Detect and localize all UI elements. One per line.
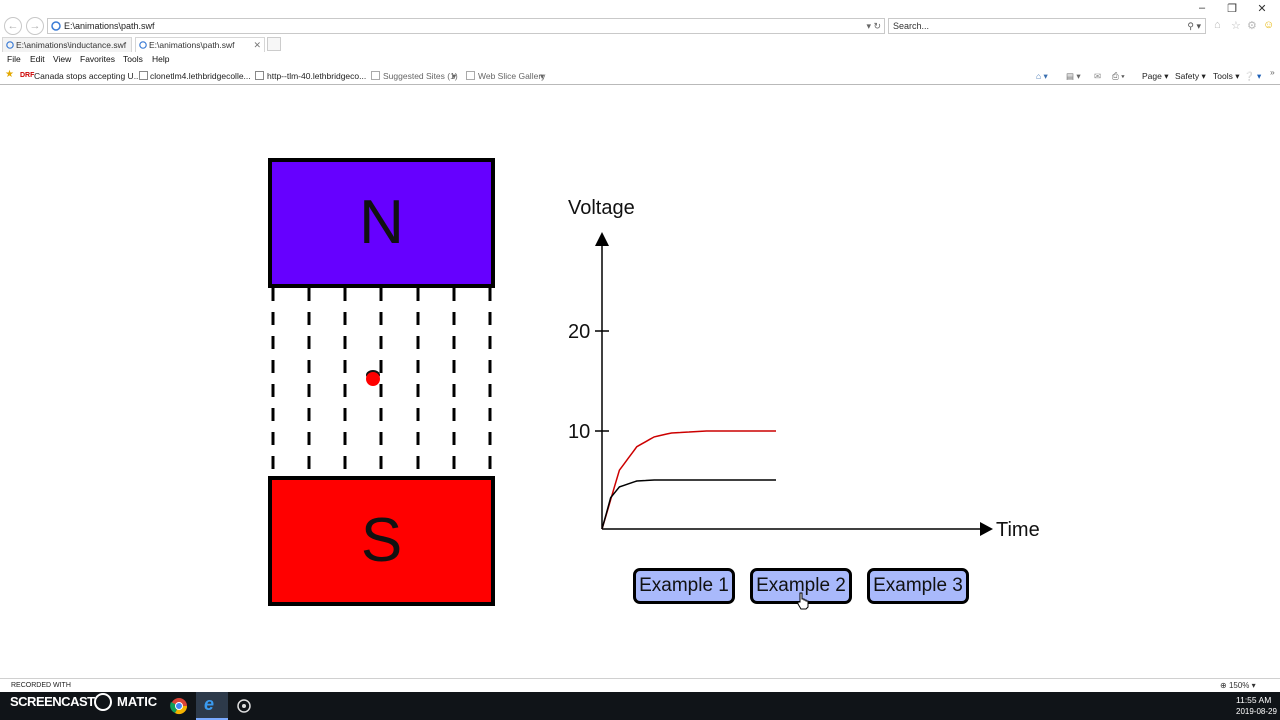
address-text: E:\animations\path.swf — [64, 21, 155, 31]
new-tab-button[interactable] — [267, 37, 281, 51]
x-axis-arrow — [980, 522, 993, 536]
chevron-more-icon[interactable]: » — [1270, 67, 1275, 77]
drf-prefix: DRF — [20, 72, 35, 79]
voltage-time-graph: Voltage Time 20 10 — [568, 197, 1040, 541]
favorite-link-canada[interactable]: Canada stops accepting U... — [34, 71, 141, 81]
page-icon — [371, 71, 380, 80]
tools-menu[interactable]: Tools ▾ — [1213, 71, 1239, 82]
menu-file[interactable]: File — [7, 54, 21, 64]
smiley-icon[interactable]: ☺ — [1263, 19, 1274, 31]
example-1-button[interactable]: Example 1 — [633, 568, 735, 604]
chevron-down-icon[interactable]: ▾ — [540, 71, 544, 82]
search-placeholder: Search... — [893, 21, 930, 31]
favorite-suggested-sites[interactable]: Suggested Sites (1) — [383, 71, 458, 81]
page-menu[interactable]: Page ▾ — [1142, 71, 1169, 82]
y-tick-label-10: 10 — [568, 421, 590, 443]
tab-path[interactable]: E:\animations\path.swf ✕ — [135, 37, 265, 52]
recorder-watermark: SCREENCAST — [10, 694, 95, 709]
feeds-icon[interactable]: ▤ ▾ — [1066, 71, 1081, 82]
ie-page-icon — [6, 41, 14, 49]
refresh-icon[interactable]: ▾ ↻ — [866, 19, 881, 33]
y-axis-arrow — [595, 232, 609, 246]
menu-tools[interactable]: Tools — [123, 54, 143, 64]
tab-label: E:\animations\inductance.swf — [16, 40, 127, 50]
page-menu-label: Page — [1142, 71, 1162, 81]
clock-date: 2019-08-29 — [1236, 707, 1277, 716]
charge-particle — [366, 372, 380, 386]
south-magnet: S — [268, 476, 495, 606]
hand-cursor-icon — [797, 592, 809, 610]
menu-bar: File Edit View Favorites Tools Help — [0, 52, 1280, 67]
y-tick-label-20: 20 — [568, 321, 590, 343]
restore-icon[interactable]: ❐ — [1223, 2, 1241, 15]
y-axis-label: Voltage — [568, 197, 635, 219]
favorite-link-clonetlm4[interactable]: clonetlm4.lethbridgecolle... — [150, 71, 251, 81]
tab-label: E:\animations\path.swf — [149, 40, 235, 50]
zoom-level[interactable]: ⊕ 150% ▾ — [1220, 681, 1256, 690]
search-icon[interactable]: ⚲ ▾ — [1187, 19, 1201, 33]
favorites-star-icon[interactable]: ★ — [5, 69, 14, 80]
page-icon — [466, 71, 475, 80]
menu-view[interactable]: View — [53, 54, 71, 64]
recorder-logo-icon — [94, 693, 112, 711]
clock-time: 11:55 AM — [1236, 695, 1272, 705]
page-icon — [255, 71, 264, 80]
safety-menu-label: Safety — [1175, 71, 1200, 81]
close-icon[interactable]: ✕ — [1253, 2, 1271, 15]
chrome-icon[interactable] — [168, 696, 190, 716]
recorder-watermark-small: RECORDED WITH — [10, 682, 72, 689]
favorite-web-slice-gallery[interactable]: Web Slice Gallery — [478, 71, 545, 81]
menu-help[interactable]: Help — [152, 54, 169, 64]
search-box[interactable]: Search... ⚲ ▾ — [888, 18, 1206, 34]
favorites-bar: ★ DRF Canada stops accepting U... clonet… — [0, 67, 1280, 85]
north-magnet: N — [268, 158, 495, 288]
forward-button[interactable]: → — [26, 17, 44, 35]
chevron-down-icon[interactable]: ▾ — [452, 71, 456, 82]
read-mail-icon[interactable]: ✉ — [1094, 71, 1101, 82]
magnetic-field-lines — [271, 288, 492, 476]
home-icon[interactable]: ⌂ — [1214, 19, 1221, 31]
browser-titlebar: ← → E:\animations\path.swf ▾ ↻ Search...… — [0, 0, 1280, 36]
ie-page-icon — [51, 21, 61, 31]
tab-strip: E:\animations\inductance.swf E:\animatio… — [0, 36, 1280, 52]
menu-edit[interactable]: Edit — [30, 54, 45, 64]
recorder-watermark-tail: MATIC — [117, 694, 158, 709]
ie-icon: e — [204, 694, 215, 714]
page-icon — [139, 71, 148, 80]
taskbar: RECORDED WITH SCREENCAST MATIC e 11:55 A… — [0, 682, 1280, 720]
favorite-link-tlm40[interactable]: http--tlm-40.lethbridgeco... — [267, 71, 366, 81]
recorder-app-icon[interactable] — [233, 696, 255, 716]
status-bar: ⊕ 150% ▾ — [0, 678, 1280, 692]
menu-favorites[interactable]: Favorites — [80, 54, 115, 64]
close-tab-icon[interactable]: ✕ — [253, 38, 261, 52]
address-bar[interactable]: E:\animations\path.swf ▾ ↻ — [47, 18, 885, 34]
flash-content: N S Voltage Time 20 10 Example 1 Example… — [0, 86, 1280, 678]
x-axis-label: Time — [996, 519, 1040, 541]
help-icon[interactable]: ❔ ▾ — [1244, 71, 1261, 82]
ie-page-icon — [139, 41, 147, 49]
series-line-black — [601, 479, 776, 530]
favorites-star-icon[interactable]: ☆ — [1231, 19, 1241, 32]
minimize-icon[interactable]: – — [1193, 2, 1211, 14]
zoom-value: 150% — [1228, 681, 1250, 690]
tools-menu-label: Tools — [1213, 71, 1233, 81]
ie-taskbar-button[interactable]: e — [196, 692, 228, 720]
south-label: S — [360, 506, 403, 575]
gear-icon[interactable]: ⚙ — [1247, 19, 1257, 32]
back-button[interactable]: ← — [4, 17, 22, 35]
print-icon[interactable]: ⎙ ▾ — [1112, 71, 1125, 82]
safety-menu[interactable]: Safety ▾ — [1175, 71, 1206, 82]
home-page-icon[interactable]: ⌂ ▾ — [1036, 71, 1048, 82]
tab-inductance[interactable]: E:\animations\inductance.swf — [2, 37, 132, 52]
north-label: N — [359, 188, 404, 257]
example-3-button[interactable]: Example 3 — [867, 568, 969, 604]
